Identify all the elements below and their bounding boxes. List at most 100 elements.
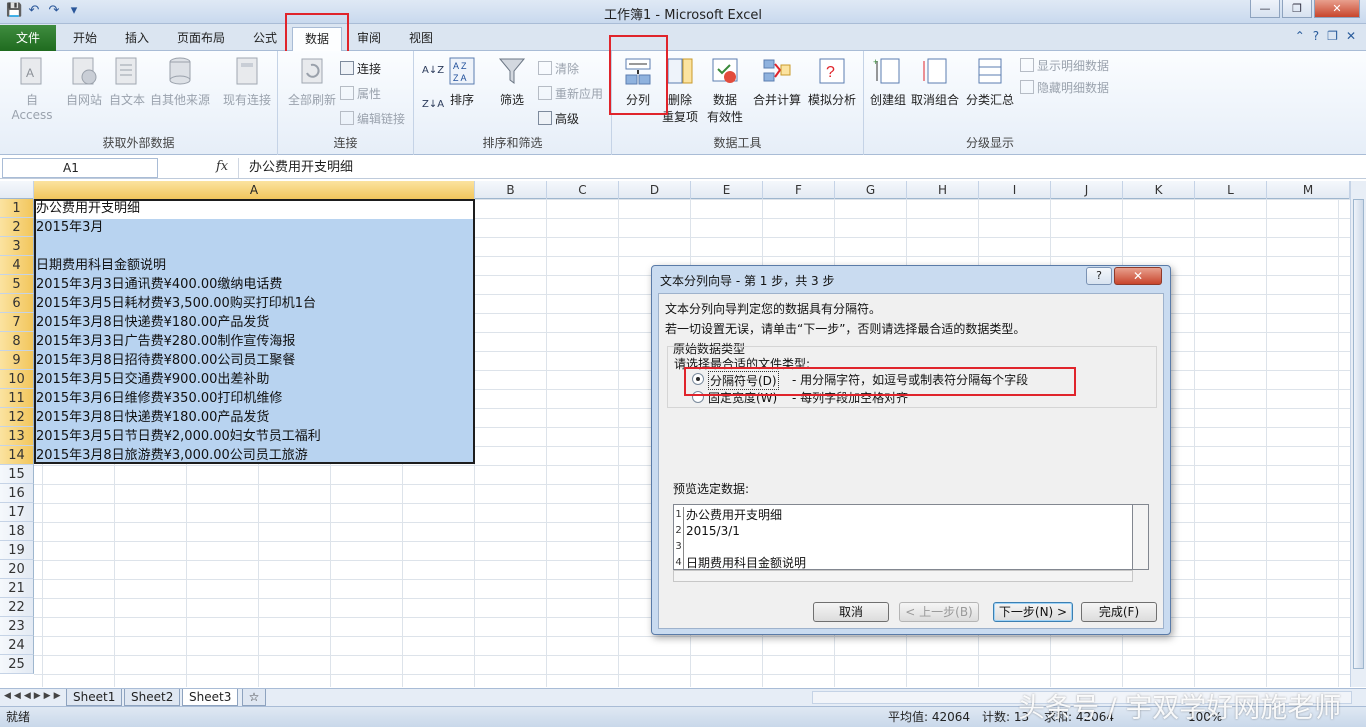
row-header[interactable]: 4 (0, 256, 34, 275)
sheet-tab-2[interactable]: Sheet2 (124, 689, 181, 706)
row-header[interactable]: 2 (0, 218, 34, 237)
column-header[interactable]: H (907, 181, 979, 199)
close-button[interactable]: ✕ (1314, 0, 1360, 18)
refresh-all-button[interactable]: 全部刷新 (284, 55, 340, 108)
existing-connections-button[interactable]: 现有连接 (220, 55, 274, 108)
column-header[interactable]: C (547, 181, 619, 199)
tab-page-layout[interactable]: 页面布局 (166, 27, 236, 51)
sort-descending-button[interactable]: Z↓A (422, 99, 444, 110)
from-access-button[interactable]: A 自 Access (4, 55, 60, 122)
finish-button[interactable]: 完成(F) (1081, 602, 1157, 622)
preview-horizontal-scrollbar[interactable] (673, 570, 1133, 582)
cell-a5[interactable]: 2015年3月3日通讯费¥400.00缴纳电话费 (36, 275, 282, 294)
clear-button[interactable]: 清除 (538, 60, 579, 77)
dialog-help-button[interactable]: ? (1086, 267, 1112, 285)
dialog-close-button[interactable]: ✕ (1114, 267, 1162, 285)
cell-a2[interactable]: 2015年3月 (36, 218, 103, 237)
row-header[interactable]: 14 (0, 446, 34, 465)
insert-sheet-icon[interactable]: ☆ (242, 689, 266, 706)
minimize-button[interactable]: — (1250, 0, 1280, 18)
insert-function-icon[interactable]: fx (216, 159, 228, 174)
vertical-scrollbar[interactable] (1350, 181, 1366, 687)
cell-a14[interactable]: 2015年3月8日旅游费¥3,000.00公司员工旅游 (36, 446, 308, 465)
tab-file[interactable]: 文件 (0, 25, 56, 51)
scroll-thumb[interactable] (1353, 199, 1364, 669)
column-header[interactable]: J (1051, 181, 1123, 199)
properties-button[interactable]: 属性 (340, 85, 381, 102)
hide-detail-button[interactable]: 隐藏明细数据 (1020, 79, 1109, 96)
show-detail-button[interactable]: 显示明细数据 (1020, 57, 1109, 74)
preview-box[interactable]: 1 办公费用开支明细 2 2015/3/1 3 4 日期费用科目金额说明 (673, 504, 1133, 570)
cell-a11[interactable]: 2015年3月6日维修费¥350.00打印机维修 (36, 389, 282, 408)
cell-a4[interactable]: 日期费用科目金额说明 (36, 256, 166, 275)
row-header[interactable]: 8 (0, 332, 34, 351)
sheet-nav-arrows[interactable]: ◀◀◀▶▶▶ (4, 691, 64, 701)
next-button[interactable]: 下一步(N) > (993, 602, 1073, 622)
row-header[interactable]: 9 (0, 351, 34, 370)
sort-button[interactable]: A ZZ A 排序 (444, 55, 480, 108)
row-header[interactable]: 23 (0, 617, 34, 636)
column-header[interactable]: M (1267, 181, 1350, 199)
row-header[interactable]: 13 (0, 427, 34, 446)
row-header[interactable]: 11 (0, 389, 34, 408)
maximize-button[interactable]: ❐ (1282, 0, 1312, 18)
row-header[interactable]: 17 (0, 503, 34, 522)
from-text-button[interactable]: 自文本 (106, 55, 148, 108)
tab-insert[interactable]: 插入 (114, 27, 160, 51)
cell-a6[interactable]: 2015年3月5日耗材费¥3,500.00购买打印机1台 (36, 294, 316, 313)
column-header[interactable]: F (763, 181, 835, 199)
data-validation-button[interactable]: 数据 有效性 (702, 55, 748, 125)
cell-a1[interactable]: 办公费用开支明细 (36, 199, 140, 218)
from-other-sources-button[interactable]: 自其他来源 (148, 55, 212, 108)
select-all-corner[interactable] (0, 181, 34, 199)
tab-home[interactable]: 开始 (62, 27, 108, 51)
row-header[interactable]: 3 (0, 237, 34, 256)
row-header[interactable]: 5 (0, 275, 34, 294)
ungroup-button[interactable]: 取消组合 (910, 55, 960, 108)
column-header[interactable]: G (835, 181, 907, 199)
row-header[interactable]: 24 (0, 636, 34, 655)
from-web-button[interactable]: 自网站 (62, 55, 106, 108)
tab-view[interactable]: 视图 (398, 27, 444, 51)
what-if-analysis-button[interactable]: ? 模拟分析 (804, 55, 860, 108)
name-box[interactable]: A1 (2, 158, 158, 178)
row-header[interactable]: 15 (0, 465, 34, 484)
column-header[interactable]: L (1195, 181, 1267, 199)
row-header[interactable]: 16 (0, 484, 34, 503)
cell-a12[interactable]: 2015年3月8日快递费¥180.00产品发货 (36, 408, 269, 427)
group-button[interactable]: + 创建组 (868, 55, 908, 108)
column-header[interactable]: A (34, 181, 475, 199)
row-header[interactable]: 7 (0, 313, 34, 332)
tab-review[interactable]: 审阅 (346, 27, 392, 51)
row-header[interactable]: 22 (0, 598, 34, 617)
restore-workbook-icon[interactable]: ❐ (1327, 29, 1338, 43)
row-header[interactable]: 25 (0, 655, 34, 674)
row-header[interactable]: 19 (0, 541, 34, 560)
cancel-button[interactable]: 取消 (813, 602, 889, 622)
cell-a8[interactable]: 2015年3月3日广告费¥280.00制作宣传海报 (36, 332, 295, 351)
row-header[interactable]: 20 (0, 560, 34, 579)
column-header[interactable]: I (979, 181, 1051, 199)
row-header[interactable]: 1 (0, 199, 34, 218)
close-workbook-icon[interactable]: ✕ (1346, 29, 1356, 43)
sheet-tab-1[interactable]: Sheet1 (66, 689, 123, 706)
reapply-button[interactable]: 重新应用 (538, 85, 603, 102)
help-icon[interactable]: ? (1313, 29, 1319, 43)
column-header[interactable]: B (475, 181, 547, 199)
back-button[interactable]: < 上一步(B) (899, 602, 979, 622)
subtotal-button[interactable]: 分类汇总 (962, 55, 1018, 108)
sheet-tab-3[interactable]: Sheet3 (182, 689, 239, 706)
row-header[interactable]: 12 (0, 408, 34, 427)
column-header[interactable]: E (691, 181, 763, 199)
consolidate-button[interactable]: 合并计算 (750, 55, 804, 108)
tab-formulas[interactable]: 公式 (242, 27, 288, 51)
cell-a9[interactable]: 2015年3月8日招待费¥800.00公司员工聚餐 (36, 351, 295, 370)
cell-a13[interactable]: 2015年3月5日节日费¥2,000.00妇女节员工福利 (36, 427, 321, 446)
filter-button[interactable]: 筛选 (494, 55, 530, 108)
formula-input[interactable]: 办公费用开支明细 (238, 158, 1348, 178)
row-header[interactable]: 10 (0, 370, 34, 389)
row-header[interactable]: 18 (0, 522, 34, 541)
sort-ascending-button[interactable]: A↓Z (422, 65, 444, 76)
row-header[interactable]: 6 (0, 294, 34, 313)
cell-a7[interactable]: 2015年3月8日快递费¥180.00产品发货 (36, 313, 269, 332)
